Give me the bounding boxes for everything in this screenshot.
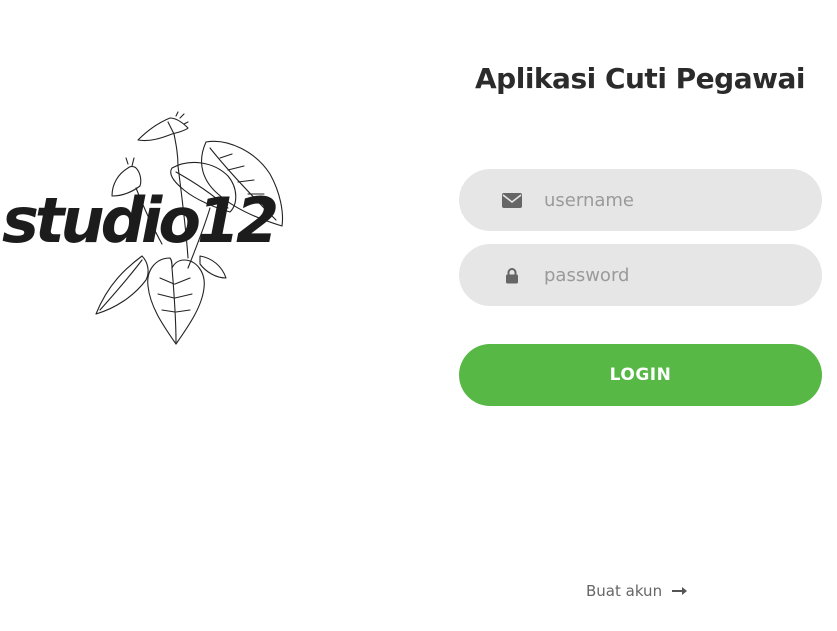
page-title: Aplikasi Cuti Pegawai <box>475 62 805 95</box>
password-field[interactable] <box>459 244 822 306</box>
lock-icon <box>501 266 523 284</box>
arrow-right-icon <box>672 586 688 596</box>
username-field[interactable] <box>459 169 822 231</box>
username-input[interactable] <box>544 169 804 231</box>
logo-wordmark: studio12 <box>2 184 279 257</box>
login-page: studio12 Aplikasi Cuti Pegawai LOGIN Bua… <box>0 0 837 631</box>
create-account-link[interactable]: Buat akun <box>586 582 688 600</box>
password-input[interactable] <box>544 244 804 306</box>
envelope-icon <box>501 191 523 209</box>
studio12-logo: studio12 <box>0 108 360 353</box>
login-button[interactable]: LOGIN <box>459 344 822 406</box>
create-account-label: Buat akun <box>586 582 663 600</box>
